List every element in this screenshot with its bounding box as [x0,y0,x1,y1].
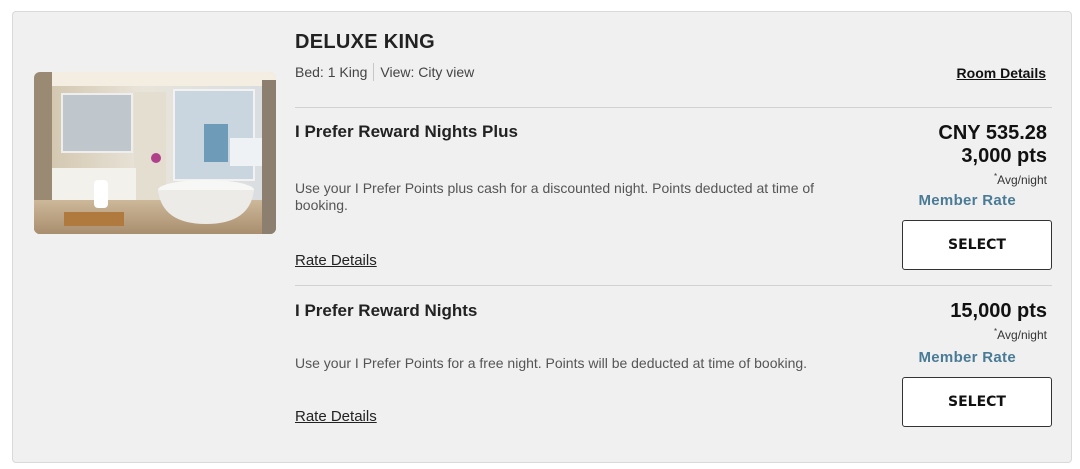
room-card: DELUXE KING Bed: 1 King View: City view … [12,11,1072,463]
rate-description: Use your I Prefer Points for a free nigh… [295,355,808,371]
rate-name: I Prefer Reward Nights [295,301,478,320]
bathroom-photo-icon [34,72,276,234]
rate-details-link[interactable]: Rate Details [295,252,377,269]
avg-night-label: *Avg/night [950,327,1047,342]
avg-night-text: Avg/night [997,328,1047,342]
price-points: 3,000 pts [961,145,1047,167]
price-points: 15,000 pts [950,300,1047,322]
rate-details-link[interactable]: Rate Details [295,408,377,425]
avg-night-text: Avg/night [997,173,1047,187]
price-block: 15,000 pts *Avg/night [950,300,1047,342]
price-cash: CNY 535.28 [938,122,1047,144]
bed-info: Bed: 1 King [295,64,368,80]
rate-name: I Prefer Reward Nights Plus [295,122,518,141]
member-rate-label: Member Rate [918,192,1016,209]
room-title: DELUXE KING [295,31,435,53]
divider [295,107,1052,108]
room-meta: Bed: 1 King View: City view [295,63,474,81]
divider [295,285,1052,286]
avg-night-label: *Avg/night [938,172,1047,187]
member-rate-label: Member Rate [918,349,1016,366]
meta-divider [373,63,375,81]
rate-description: Use your I Prefer Points plus cash for a… [295,180,815,213]
select-button[interactable]: SELECT [902,220,1052,270]
select-button[interactable]: SELECT [902,377,1052,427]
room-photo[interactable] [34,72,276,234]
price-block: CNY 535.28 3,000 pts *Avg/night [938,122,1047,187]
room-details-link[interactable]: Room Details [957,65,1046,81]
view-info: View: City view [380,64,475,80]
